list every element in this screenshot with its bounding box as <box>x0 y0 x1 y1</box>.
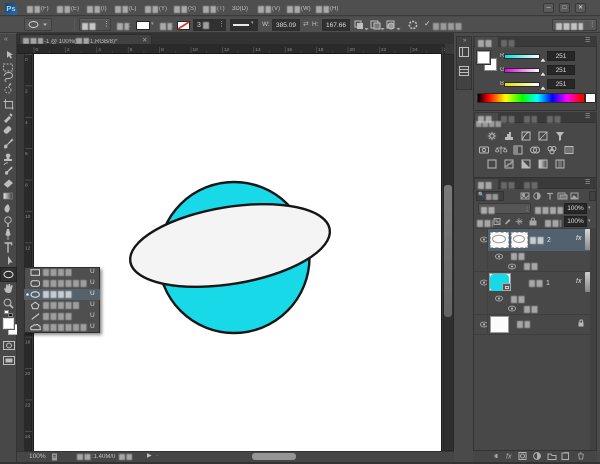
svg-text:fx: fx <box>506 454 512 461</box>
svg-text:24: 24 <box>412 47 418 53</box>
svg-text:2: 2 <box>25 88 28 94</box>
svg-text:20: 20 <box>350 47 356 53</box>
svg-text:10: 10 <box>193 47 199 53</box>
svg-text:20: 20 <box>25 371 31 377</box>
svg-text:8: 8 <box>25 183 28 189</box>
svg-text:18: 18 <box>25 340 31 346</box>
svg-text:10: 10 <box>25 214 31 220</box>
svg-text:2: 2 <box>67 47 70 53</box>
svg-text:6: 6 <box>25 151 28 157</box>
svg-text:26: 26 <box>444 47 445 53</box>
svg-text:0: 0 <box>25 57 28 63</box>
svg-text:16: 16 <box>287 47 293 53</box>
svg-text:6: 6 <box>130 47 133 53</box>
svg-text:12: 12 <box>25 245 31 251</box>
svg-text:4: 4 <box>25 120 28 126</box>
svg-text:12: 12 <box>224 47 230 53</box>
svg-text:4: 4 <box>98 47 101 53</box>
svg-text:8: 8 <box>161 47 164 53</box>
svg-text:0: 0 <box>36 47 39 53</box>
svg-text:22: 22 <box>25 402 31 408</box>
svg-text:22: 22 <box>381 47 387 53</box>
svg-text:14: 14 <box>255 47 261 53</box>
svg-text:24: 24 <box>25 434 31 440</box>
svg-text:18: 18 <box>318 47 324 53</box>
